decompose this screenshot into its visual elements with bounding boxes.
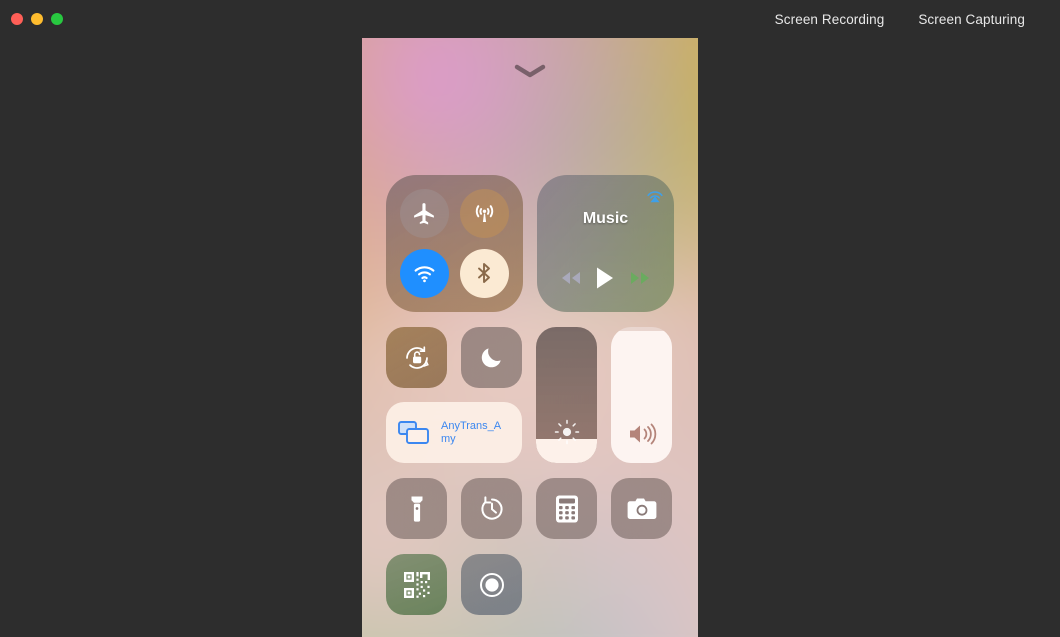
brightness-icon [536, 417, 597, 447]
fast-forward-button[interactable] [629, 270, 651, 286]
music-widget[interactable]: Music [537, 175, 674, 312]
titlebar-actions: Screen Recording Screen Capturing [775, 12, 1025, 27]
cc-toggle-pair [386, 327, 522, 388]
music-transport-controls [537, 266, 674, 290]
airplane-icon [412, 201, 437, 226]
close-window-button[interactable] [11, 13, 23, 25]
volume-slider[interactable] [611, 327, 672, 463]
rotation-lock-toggle[interactable] [386, 327, 447, 388]
screen-mirroring-device-label: AnyTrans_Amy [441, 419, 502, 445]
wifi-icon [412, 261, 437, 286]
rewind-button[interactable] [560, 270, 582, 286]
screen-record-icon [476, 569, 508, 601]
bluetooth-toggle[interactable] [459, 248, 509, 298]
flashlight-icon [404, 494, 430, 524]
rotation-lock-icon [401, 342, 433, 374]
do-not-disturb-toggle[interactable] [461, 327, 522, 388]
screen-recording-action[interactable]: Screen Recording [775, 12, 885, 27]
screen-mirroring-tile[interactable]: AnyTrans_Amy [386, 402, 522, 463]
connectivity-module[interactable] [386, 175, 523, 312]
airplay-icon[interactable] [644, 183, 666, 205]
cc-row-shortcuts-1 [386, 478, 674, 539]
volume-icon [611, 421, 672, 447]
brightness-slider[interactable] [536, 327, 597, 463]
flashlight-tile[interactable] [386, 478, 447, 539]
calculator-tile[interactable] [536, 478, 597, 539]
wifi-toggle[interactable] [400, 248, 450, 298]
titlebar: Screen Recording Screen Capturing [0, 0, 1060, 38]
app-window: Screen Recording Screen Capturing Music … [0, 0, 1060, 637]
music-title: Music [582, 210, 629, 227]
phone-screen-mirror: Music AnyTrans_Amy [362, 38, 698, 637]
camera-tile[interactable] [611, 478, 672, 539]
bluetooth-icon [472, 261, 496, 285]
camera-icon [626, 496, 658, 522]
cc-sliders [536, 327, 672, 463]
calculator-icon [554, 494, 580, 524]
play-button[interactable] [595, 266, 615, 290]
cc-row-shortcuts-2 [386, 554, 674, 615]
cc-row-toggles-sliders: AnyTrans_Amy [386, 327, 674, 463]
cc-row-connectivity-music: Music [386, 175, 674, 312]
qr-code-icon [402, 570, 432, 600]
maximize-window-button[interactable] [51, 13, 63, 25]
cellular-data-toggle[interactable] [459, 189, 509, 239]
traffic-lights [11, 13, 63, 25]
timer-icon [477, 494, 507, 524]
airplane-mode-toggle[interactable] [400, 189, 450, 239]
cc-left-stack: AnyTrans_Amy [386, 327, 522, 463]
screen-mirroring-icon [397, 420, 431, 446]
cellular-antenna-icon [471, 200, 498, 227]
screen-capturing-action[interactable]: Screen Capturing [918, 12, 1025, 27]
screen-record-tile[interactable] [461, 554, 522, 615]
moon-icon [478, 344, 505, 371]
qr-scanner-tile[interactable] [386, 554, 447, 615]
control-center-grid: Music AnyTrans_Amy [386, 175, 674, 630]
minimize-window-button[interactable] [31, 13, 43, 25]
chevron-down-handle[interactable] [513, 63, 547, 79]
timer-tile[interactable] [461, 478, 522, 539]
